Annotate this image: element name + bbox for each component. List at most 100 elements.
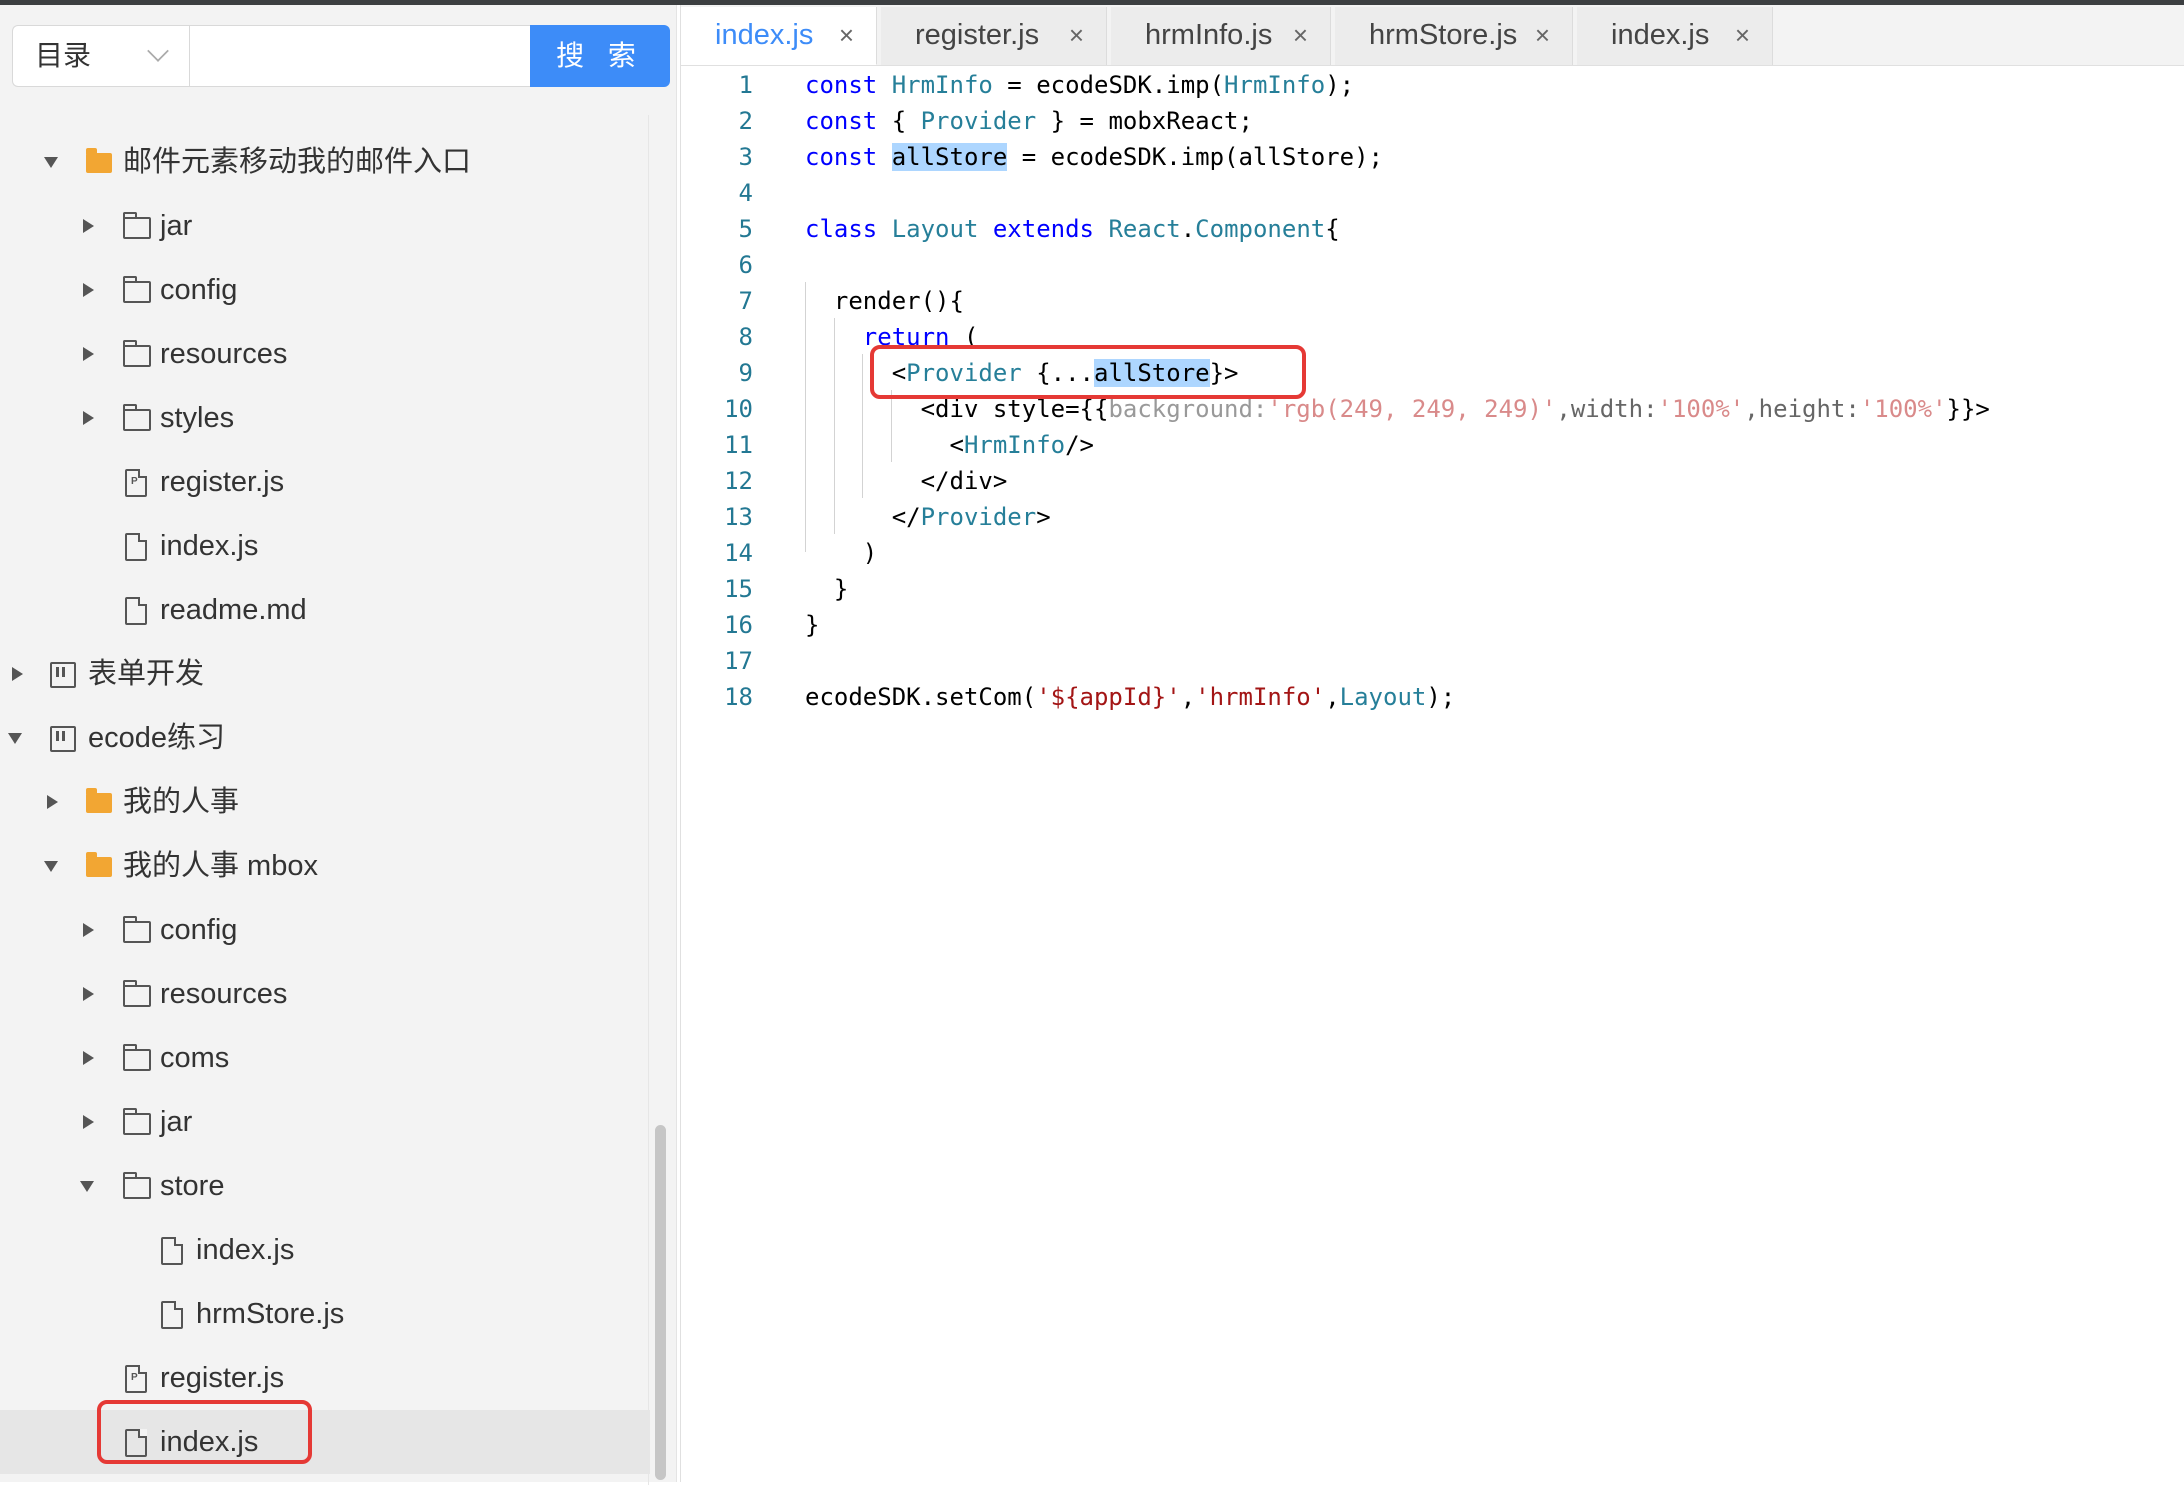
tree-item-folder[interactable]: 我的人事 mbox xyxy=(0,834,650,898)
caret-right-icon[interactable] xyxy=(83,1051,94,1065)
line-number: 9 xyxy=(738,359,753,387)
search-scope-select[interactable]: 目录 xyxy=(12,25,189,87)
tree-item-folder[interactable]: jar xyxy=(0,1090,650,1154)
file-icon xyxy=(125,469,147,497)
tree-item-module[interactable]: ecode练习 xyxy=(0,706,650,770)
line-number: 2 xyxy=(738,107,753,135)
file-tree-sidebar: 目录 搜 索 邮件元素移动我的邮件入口 jar config resources xyxy=(0,5,677,1485)
code-text: const HrmInfo = ecodeSDK.imp(HrmInfo); xyxy=(805,71,1355,99)
file-icon xyxy=(161,1237,183,1265)
tree-item-folder[interactable]: 邮件元素移动我的邮件入口 xyxy=(0,130,650,194)
line-number: 11 xyxy=(724,431,753,459)
caret-right-icon[interactable] xyxy=(83,923,94,937)
code-text: ecodeSDK.setCom('${appId}','hrmInfo',Lay… xyxy=(805,683,1456,711)
tree-item-file[interactable]: hrmStore.js xyxy=(0,1282,650,1346)
line-number: 8 xyxy=(738,323,753,351)
tree-item-label: 表单开发 xyxy=(88,658,205,690)
tree-item-label: config xyxy=(160,914,238,946)
caret-right-icon[interactable] xyxy=(12,667,23,681)
search-input[interactable] xyxy=(189,25,543,87)
tree-item-file[interactable]: register.js xyxy=(0,450,650,514)
tab-index-js[interactable]: index.js × xyxy=(681,7,877,65)
folder-icon xyxy=(123,404,151,431)
caret-right-icon[interactable] xyxy=(83,347,94,361)
caret-right-icon[interactable] xyxy=(83,411,94,425)
close-icon[interactable]: × xyxy=(1293,7,1308,63)
tree-item-folder[interactable]: config xyxy=(0,898,650,962)
module-icon xyxy=(50,662,76,688)
code-line: 3 const allStore = ecodeSDK.imp(allStore)… xyxy=(681,139,2184,175)
caret-down-icon[interactable] xyxy=(44,157,58,168)
folder-icon xyxy=(123,276,151,303)
tree-item-folder[interactable]: store xyxy=(0,1154,650,1218)
file-icon xyxy=(161,1301,183,1329)
tree-item-file[interactable]: index.js xyxy=(0,514,650,578)
tree-item-file[interactable]: index.js xyxy=(0,1218,650,1282)
tab-hrminfo-js[interactable]: hrmInfo.js × xyxy=(1111,7,1331,65)
caret-down-icon[interactable] xyxy=(8,733,22,744)
close-icon[interactable]: × xyxy=(839,7,854,63)
code-line: 1 const HrmInfo = ecodeSDK.imp(HrmInfo); xyxy=(681,67,2184,103)
code-line: 11 <HrmInfo/> xyxy=(681,427,2184,463)
tree-item-label: resources xyxy=(160,978,288,1010)
module-icon xyxy=(50,726,76,752)
search-bar: 目录 搜 索 xyxy=(12,25,670,93)
tab-register-js[interactable]: register.js × xyxy=(881,7,1107,65)
tab-label: hrmInfo.js xyxy=(1145,19,1273,51)
tree-item-label: index.js xyxy=(160,530,259,562)
code-text: const allStore = ecodeSDK.imp(allStore); xyxy=(805,143,1383,171)
tree-item-label: config xyxy=(160,274,238,306)
caret-right-icon[interactable] xyxy=(83,283,94,297)
tree-item-file[interactable]: register.js xyxy=(0,1346,650,1410)
tree-item-folder[interactable]: resources xyxy=(0,322,650,386)
search-scope-label: 目录 xyxy=(35,40,92,71)
caret-right-icon[interactable] xyxy=(83,219,94,233)
line-number: 14 xyxy=(724,539,753,567)
close-icon[interactable]: × xyxy=(1735,7,1750,63)
code-text: </Provider> xyxy=(805,503,1051,531)
tab-label: index.js xyxy=(1611,19,1710,51)
tree-item-folder[interactable]: 我的人事 xyxy=(0,770,650,834)
caret-right-icon[interactable] xyxy=(83,1115,94,1129)
tree-item-label: jar xyxy=(160,1106,193,1138)
tree-item-label: store xyxy=(160,1170,225,1202)
line-number: 12 xyxy=(724,467,753,495)
tab-hrmstore-js[interactable]: hrmStore.js × xyxy=(1335,7,1573,65)
code-line: 6 xyxy=(681,247,2184,283)
code-text: } xyxy=(805,575,849,603)
code-line: 15 } xyxy=(681,571,2184,607)
sidebar-scrollbar[interactable] xyxy=(655,1125,666,1480)
tree-item-folder[interactable]: resources xyxy=(0,962,650,1026)
caret-right-icon[interactable] xyxy=(83,987,94,1001)
line-number: 1 xyxy=(738,71,753,99)
line-number: 10 xyxy=(724,395,753,423)
search-button[interactable]: 搜 索 xyxy=(530,25,670,87)
close-icon[interactable]: × xyxy=(1069,7,1084,63)
code-text: <HrmInfo/> xyxy=(805,431,1095,459)
annotation-highlight-box xyxy=(870,345,1306,399)
tab-index-js-2[interactable]: index.js × xyxy=(1577,7,1773,65)
tree-item-folder[interactable]: config xyxy=(0,258,650,322)
folder-icon xyxy=(123,1044,151,1071)
tree-item-label: readme.md xyxy=(160,594,307,626)
code-line: 12 </div> xyxy=(681,463,2184,499)
close-icon[interactable]: × xyxy=(1535,7,1550,63)
tree-item-folder[interactable]: styles xyxy=(0,386,650,450)
tree-item-module[interactable]: 表单开发 xyxy=(0,642,650,706)
line-number: 6 xyxy=(738,251,753,279)
tree-item-label: index.js xyxy=(196,1234,295,1266)
folder-icon xyxy=(123,1108,151,1135)
caret-down-icon[interactable] xyxy=(44,861,58,872)
tree-item-folder[interactable]: coms xyxy=(0,1026,650,1090)
code-line: 7 render(){ xyxy=(681,283,2184,319)
tree-item-label: coms xyxy=(160,1042,230,1074)
tree-item-folder[interactable]: jar xyxy=(0,194,650,258)
folder-icon xyxy=(123,1172,151,1199)
caret-down-icon[interactable] xyxy=(80,1181,94,1192)
tree-item-label: 我的人事 mbox xyxy=(123,850,318,882)
line-number: 16 xyxy=(724,611,753,639)
line-number: 5 xyxy=(738,215,753,243)
tree-item-file[interactable]: readme.md xyxy=(0,578,650,642)
caret-right-icon[interactable] xyxy=(47,795,58,809)
line-number: 13 xyxy=(724,503,753,531)
